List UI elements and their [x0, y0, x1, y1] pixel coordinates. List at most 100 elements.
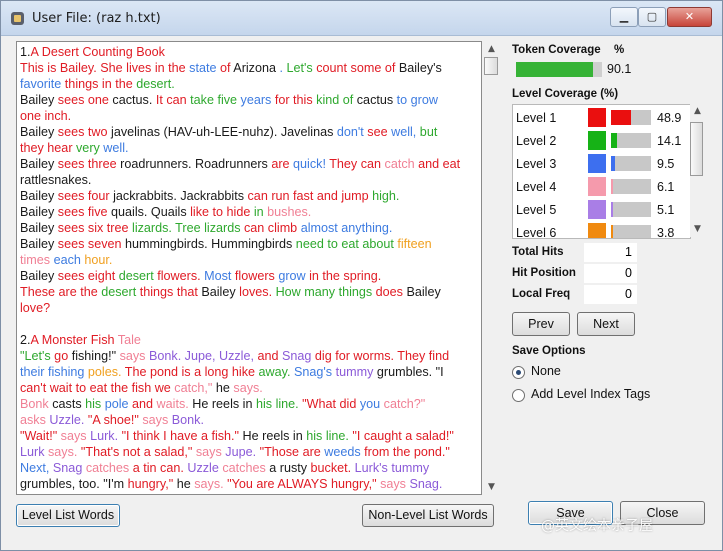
total-hits-label: Total Hits — [512, 246, 564, 258]
text-segment: see — [363, 125, 388, 139]
text-segment: Bailey — [20, 205, 55, 219]
text-segment: says — [116, 349, 146, 363]
text-segment: Bailey — [20, 237, 55, 251]
level-row[interactable]: Level 6 3.8 — [513, 221, 690, 238]
text-segment: can climb — [240, 221, 298, 235]
text-segment: each — [50, 253, 81, 267]
text-segment: in — [250, 205, 264, 219]
file-text-area[interactable]: 1.A Desert Counting Book This is Bailey. … — [16, 41, 482, 495]
token-coverage-value: 90.1 — [607, 62, 632, 76]
level-row[interactable]: Level 1 48.9 — [513, 106, 690, 129]
text-segment: weeds — [320, 445, 361, 459]
text-segment: Let's — [286, 61, 313, 75]
text-line: Bailey sees two javelinas (HAV-uh-LEE-nu… — [20, 124, 476, 140]
title-bar[interactable]: User File: (raz h.txt) ▁ ▢ ✕ — [1, 1, 722, 36]
text-segment: Arizona — [230, 61, 276, 75]
level-coverage-list[interactable]: Level 1 48.9 Level 2 14.1 Level 3 9.5 Level 4 6… — [512, 104, 691, 239]
level-row[interactable]: Level 2 14.1 — [513, 129, 690, 152]
text-segment: desert — [115, 269, 154, 283]
text-segment: says — [138, 413, 169, 427]
level-list-words-button[interactable]: Level List Words — [16, 504, 120, 527]
file-text-lines: 1.A Desert Counting Book This is Bailey. … — [20, 44, 476, 492]
text-segment: Tale — [114, 333, 141, 347]
scroll-down-icon[interactable]: ▼ — [485, 481, 498, 493]
text-segment: Lurk — [20, 445, 45, 459]
text-segment: It can — [152, 93, 187, 107]
text-segment: they hear — [20, 141, 73, 155]
level-coverage-bar-fill — [611, 225, 613, 238]
level-name: Level 5 — [516, 203, 557, 217]
text-segment: Lurk's — [351, 461, 388, 475]
text-segment: one inch. — [20, 109, 72, 123]
text-line: their fishing poles. The pond is a long … — [20, 364, 476, 380]
text-segment: to grow — [393, 93, 438, 107]
text-segment: like to hide — [186, 205, 251, 219]
minimize-icon[interactable]: ▁ — [610, 7, 638, 27]
text-segment: poles. — [84, 365, 122, 379]
scroll-up-icon[interactable]: ▲ — [485, 43, 498, 55]
prev-button[interactable]: Prev — [512, 312, 570, 336]
text-segment: Lurk. — [86, 429, 119, 443]
save-options-label: Save Options — [512, 345, 586, 357]
text-segment: years — [237, 93, 272, 107]
text-segment: almost anything. — [297, 221, 393, 235]
text-segment: can't wait to eat the fish we — [20, 381, 171, 395]
text-line: Bonk casts his pole and waits. He reels … — [20, 396, 476, 412]
text-line: This is Bailey. She lives in the state o… — [20, 60, 476, 76]
text-line: 2.A Monster Fish Tale — [20, 332, 476, 348]
radio-none[interactable] — [512, 366, 525, 379]
level-list-scrollbar[interactable]: ▲ ▼ — [690, 104, 704, 237]
text-segment: go — [50, 349, 69, 363]
text-segment: "I think I have a fish." — [118, 429, 240, 443]
text-segment: can run fast and jump — [244, 189, 369, 203]
level-row[interactable]: Level 5 5.1 — [513, 198, 690, 221]
radio-add-level-index-tags[interactable] — [512, 389, 525, 402]
close-icon[interactable]: ✕ — [667, 7, 712, 27]
text-segment: Snag. — [405, 477, 443, 491]
text-segment: loves. — [235, 285, 273, 299]
text-segment: These are the — [20, 285, 98, 299]
text-segment: away. — [255, 365, 291, 379]
text-line: Bailey sees six tree lizards. Tree lizar… — [20, 220, 476, 236]
level-row[interactable]: Level 4 6.1 — [513, 175, 690, 198]
level-scroll-down-icon[interactable]: ▼ — [691, 223, 704, 235]
text-segment: cactus — [353, 93, 394, 107]
text-segment: says — [192, 445, 222, 459]
text-segment: high. — [368, 189, 400, 203]
text-segment: "That's not a salad," — [77, 445, 193, 459]
text-segment: his — [81, 397, 102, 411]
text-segment: He reels in — [239, 429, 303, 443]
text-segment: catch," — [170, 381, 213, 395]
level-scroll-up-icon[interactable]: ▲ — [691, 105, 704, 117]
text-segment: lizards. Tree lizards — [128, 221, 241, 235]
text-segment: Bailey's — [395, 61, 442, 75]
text-scrollbar[interactable]: ▲ ▼ — [483, 41, 500, 493]
level-coverage-bar-fill — [611, 156, 615, 171]
text-line — [20, 316, 476, 332]
level-name: Level 4 — [516, 180, 557, 194]
text-segment: desert — [97, 285, 137, 299]
text-segment: well, — [387, 125, 417, 139]
level-row[interactable]: Level 3 9.5 — [513, 152, 690, 175]
radio-selected-dot — [516, 370, 521, 375]
text-line: can't wait to eat the fish we catch," he… — [20, 380, 476, 396]
text-segment: Bonk. Jupe, Uzzle, — [145, 349, 254, 363]
text-segment: for this — [271, 93, 313, 107]
level-scrollbar-thumb[interactable] — [690, 122, 703, 176]
text-segment: . — [276, 61, 287, 75]
text-segment: "Those are — [256, 445, 321, 459]
radio-none-label[interactable]: None — [531, 364, 561, 378]
text-segment: are — [267, 157, 290, 171]
text-line: "Let's go fishing!" says Bonk. Jupe, Uzz… — [20, 348, 476, 364]
radio-add-level-index-tags-label[interactable]: Add Level Index Tags — [531, 387, 650, 401]
text-line: 1.A Desert Counting Book — [20, 44, 476, 60]
text-segment: sees seven — [54, 237, 122, 251]
non-level-list-words-button[interactable]: Non-Level List Words — [362, 504, 494, 527]
maximize-icon[interactable]: ▢ — [638, 7, 666, 27]
text-segment: Snag's — [290, 365, 333, 379]
text-line: rattlesnakes. — [20, 172, 476, 188]
scrollbar-thumb[interactable] — [484, 57, 498, 75]
text-segment: does — [372, 285, 403, 299]
text-segment: Bonk. — [168, 413, 204, 427]
next-button[interactable]: Next — [577, 312, 635, 336]
